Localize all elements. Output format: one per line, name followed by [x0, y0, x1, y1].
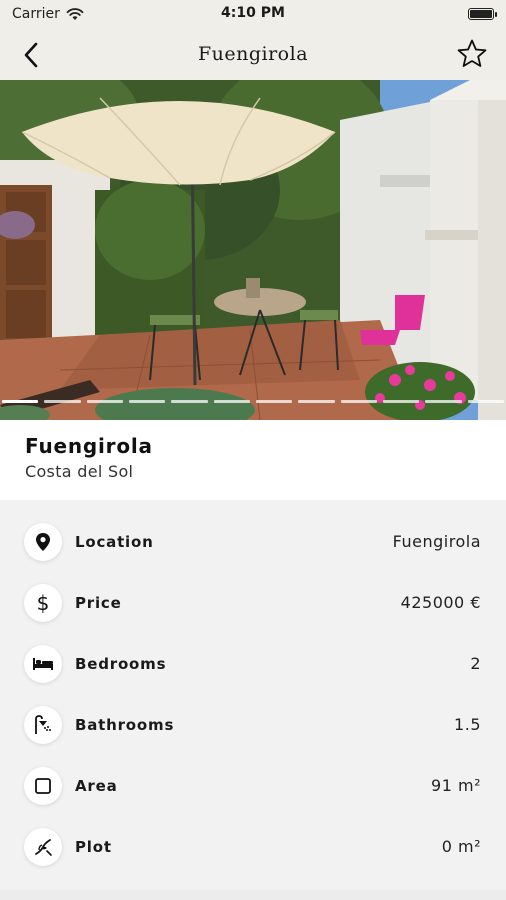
bathrooms-icon-badge — [24, 705, 62, 744]
property-photo — [0, 80, 506, 420]
detail-label: Area — [75, 776, 118, 795]
detail-row-price: $ Price 425000 € — [0, 572, 506, 633]
location-pin-icon — [36, 532, 50, 551]
dollar-icon: $ — [37, 592, 50, 614]
square-icon — [35, 777, 51, 794]
photo-page-indicator[interactable] — [0, 400, 506, 404]
status-bar: Carrier — [0, 0, 506, 28]
detail-row-plot: Plot 0 m² — [0, 816, 506, 877]
plot-icon — [35, 838, 52, 856]
photo-indicator-dash[interactable] — [255, 400, 293, 403]
detail-row-bathrooms: Bathrooms 1.5 — [0, 694, 506, 755]
battery-icon — [468, 8, 497, 20]
property-header: Fuengirola Costa del Sol — [0, 420, 506, 500]
bed-icon — [33, 657, 53, 670]
detail-value: 0 m² — [441, 837, 481, 856]
photo-indicator-dash[interactable] — [128, 400, 166, 403]
price-icon-badge: $ — [24, 583, 62, 622]
carrier-group: Carrier — [12, 6, 84, 22]
back-button[interactable] — [14, 38, 48, 72]
detail-row-location: Location Fuengirola — [0, 511, 506, 572]
detail-value: 1.5 — [454, 715, 481, 734]
detail-value: 425000 € — [400, 593, 481, 612]
area-icon-badge — [24, 766, 62, 805]
location-icon-badge — [24, 522, 62, 561]
star-outline-icon — [457, 39, 487, 67]
property-name: Fuengirola — [25, 434, 153, 458]
photo-indicator-dash[interactable] — [86, 400, 123, 403]
photo-indicator-dash[interactable] — [213, 400, 250, 403]
page-title: Fuengirola — [197, 43, 309, 65]
photo-indicator-dash[interactable] — [44, 400, 81, 403]
photo-gallery[interactable] — [0, 80, 506, 420]
detail-row-area: Area 91 m² — [0, 755, 506, 816]
favorite-button[interactable] — [454, 36, 490, 72]
detail-value: Fuengirola — [392, 532, 481, 551]
detail-label: Plot — [75, 837, 112, 856]
photo-indicator-dash[interactable] — [340, 400, 377, 403]
detail-label: Bathrooms — [75, 715, 175, 734]
details-list: Location Fuengirola $ Price 425000 € Bed… — [0, 510, 506, 890]
wifi-icon — [66, 7, 84, 20]
svg-text:$: $ — [37, 592, 50, 614]
plot-icon-badge — [24, 827, 62, 866]
bottom-divider — [0, 890, 506, 900]
carrier-label: Carrier — [12, 6, 60, 22]
navigation-bar: Fuengirola — [0, 28, 506, 80]
property-region: Costa del Sol — [25, 462, 134, 481]
photo-indicator-dash[interactable] — [467, 400, 504, 403]
chevron-left-icon — [24, 42, 38, 68]
detail-label: Price — [75, 593, 122, 612]
bedrooms-icon-badge — [24, 644, 62, 683]
detail-label: Bedrooms — [75, 654, 167, 673]
shower-icon — [35, 714, 51, 734]
photo-indicator-dash[interactable] — [382, 400, 420, 403]
detail-label: Location — [75, 532, 154, 551]
detail-value: 2 — [470, 654, 481, 673]
photo-indicator-dash[interactable] — [171, 400, 208, 403]
photo-indicator-dash[interactable] — [298, 400, 335, 403]
detail-value: 91 m² — [431, 776, 481, 795]
photo-indicator-dash[interactable] — [2, 400, 39, 403]
photo-indicator-dash[interactable] — [425, 400, 462, 403]
detail-row-bedrooms: Bedrooms 2 — [0, 633, 506, 694]
